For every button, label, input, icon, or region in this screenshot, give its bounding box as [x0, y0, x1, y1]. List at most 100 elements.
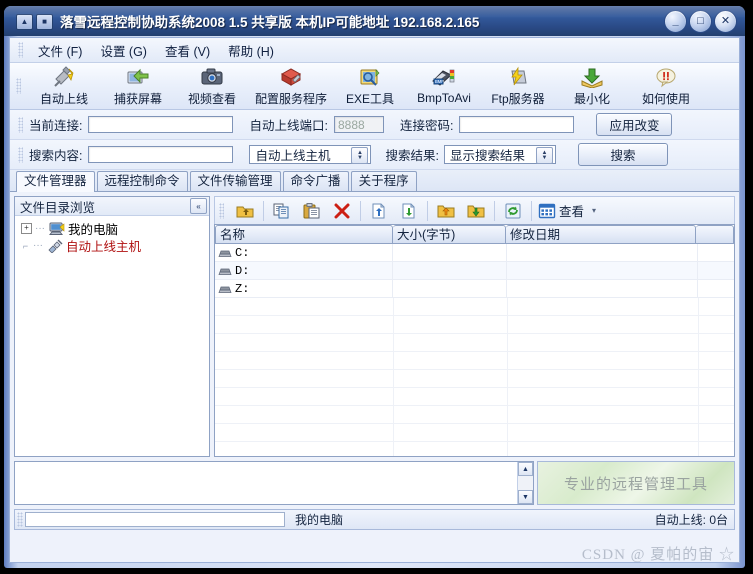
- table-row[interactable]: C:: [215, 244, 734, 262]
- toolbar-button-screen-capture[interactable]: 捕获屏幕: [101, 64, 175, 108]
- search-button[interactable]: 搜索: [577, 143, 668, 166]
- toolbar-button-exe-tool[interactable]: EXE工具: [333, 64, 407, 108]
- search-scope-select[interactable]: 自动上线主机 ▲ ▼: [249, 145, 372, 164]
- tree-line: ···: [35, 223, 45, 234]
- statusbar-grip[interactable]: [17, 512, 23, 527]
- toolbar-button-config-service[interactable]: 配置服务程序: [249, 64, 333, 108]
- refresh-button[interactable]: [498, 199, 528, 223]
- scroll-up-button[interactable]: ▲: [518, 462, 533, 476]
- title-bar: ▲ ■ 落雪远程控制协助系统2008 1.5 共享版 本机IP可能地址 192.…: [4, 6, 745, 36]
- plug-icon: [47, 239, 63, 253]
- view-mode-label: 查看: [559, 205, 585, 219]
- log-panel[interactable]: ▲ ▼: [14, 461, 534, 505]
- server-config-icon: [279, 66, 303, 88]
- file-name-text: C:: [235, 245, 250, 260]
- empty-row: [215, 442, 734, 456]
- file-toolbar-grip[interactable]: [219, 202, 224, 219]
- delete-button[interactable]: [327, 199, 357, 223]
- toolbar-label: 如何使用: [642, 91, 691, 106]
- file-extra-cell: [698, 280, 734, 297]
- formrow2-grip[interactable]: [18, 146, 23, 163]
- chevron-updown-icon[interactable]: ▲ ▼: [351, 147, 369, 164]
- toolbar-button-ftp-server[interactable]: Ftp服务器: [481, 64, 555, 108]
- menu-item-settings[interactable]: 设置 (G): [91, 39, 156, 62]
- tree-node-label: 自动上线主机: [66, 240, 142, 254]
- file-extra-cell: [698, 262, 734, 279]
- tab-file-manager[interactable]: 文件管理器: [16, 171, 95, 192]
- toolbar-button-how-to-use[interactable]: 如何使用: [629, 64, 703, 108]
- search-row: 搜索内容: 自动上线主机 ▲ ▼ 搜索结果: 显示搜索结果 ▲ ▼ 搜索: [10, 140, 739, 170]
- toolbar-button-auto-connect[interactable]: 自动上线: [27, 64, 101, 108]
- delete-icon: [333, 203, 351, 219]
- titlebar-up-button[interactable]: ▲: [16, 14, 33, 30]
- auto-port-input[interactable]: [333, 116, 384, 133]
- chevron-updown-icon[interactable]: ▲ ▼: [535, 147, 553, 164]
- file-name-cell: C:: [215, 244, 393, 261]
- column-header-extra[interactable]: [696, 225, 734, 244]
- scroll-down-button[interactable]: ▼: [518, 490, 533, 504]
- minimize-arrow-icon: [580, 66, 604, 88]
- column-header-date[interactable]: 修改日期: [506, 225, 696, 244]
- toolbar-separator: [427, 200, 428, 221]
- window-title: 落雪远程控制协助系统2008 1.5 共享版 本机IP可能地址 192.168.…: [60, 15, 480, 30]
- tab-remote-commands[interactable]: 远程控制命令: [96, 171, 188, 191]
- download-file-icon: [400, 203, 418, 219]
- log-scrollbar[interactable]: ▲ ▼: [517, 462, 533, 504]
- close-button[interactable]: ✕: [714, 10, 737, 33]
- download-folder-button[interactable]: [461, 199, 491, 223]
- password-input[interactable]: [459, 116, 575, 133]
- tab-command-broadcast[interactable]: 命令广播: [282, 171, 349, 191]
- toolbar-button-video-view[interactable]: 视频查看: [175, 64, 249, 108]
- search-result-label: 搜索结果:: [385, 149, 439, 163]
- toolbar-separator: [494, 200, 495, 221]
- upload-file-button[interactable]: [364, 199, 394, 223]
- chevron-down-icon[interactable]: ▾: [592, 206, 596, 215]
- minimize-button[interactable]: _: [664, 10, 687, 33]
- paste-button[interactable]: [297, 199, 327, 223]
- copy-button[interactable]: [267, 199, 297, 223]
- tree-line: ···: [33, 240, 43, 251]
- tree-panel-header: 文件目录浏览 «: [15, 197, 209, 216]
- tab-file-transfer[interactable]: 文件传输管理: [189, 171, 281, 191]
- search-result-select[interactable]: 显示搜索结果 ▲ ▼: [443, 145, 556, 164]
- tab-about[interactable]: 关于程序: [350, 171, 417, 191]
- formrow1-grip[interactable]: [18, 116, 23, 133]
- up-folder-button[interactable]: [230, 199, 260, 223]
- column-header-size[interactable]: 大小(字节): [393, 225, 506, 244]
- apply-changes-button[interactable]: 应用改变: [596, 113, 673, 136]
- drive-icon: [218, 266, 232, 276]
- screen-capture-icon: [126, 66, 150, 88]
- toolbar-grip[interactable]: [16, 78, 21, 94]
- tree-node-auto-hosts[interactable]: ⌐ ··· 自动上线主机: [21, 237, 209, 254]
- auto-port-label: 自动上线端口:: [249, 119, 328, 133]
- up-folder-icon: [236, 203, 254, 219]
- toolbar-button-bmp-to-avi[interactable]: BMP BmpToAvi: [407, 64, 481, 108]
- toolbar-label: 配置服务程序: [255, 91, 328, 106]
- expand-icon[interactable]: +: [21, 223, 32, 234]
- menu-item-help[interactable]: 帮助 (H): [219, 39, 283, 62]
- status-input[interactable]: [25, 512, 285, 527]
- menu-item-view[interactable]: 查看 (V): [156, 39, 219, 62]
- view-mode-button[interactable]: 查看 ▾: [535, 199, 599, 223]
- toolbar-label: BmpToAvi: [417, 91, 471, 105]
- tree-node-my-computer[interactable]: + ··· 我的电脑: [21, 220, 209, 237]
- maximize-button[interactable]: □: [689, 10, 712, 33]
- toolbar-label: 最小化: [574, 91, 611, 106]
- file-size-cell: [393, 244, 507, 261]
- toolbar-button-minimize[interactable]: 最小化: [555, 64, 629, 108]
- table-row[interactable]: D:: [215, 262, 734, 280]
- toolbar-separator: [263, 200, 264, 221]
- download-file-button[interactable]: [394, 199, 424, 223]
- search-input[interactable]: [88, 146, 234, 163]
- menu-item-file[interactable]: 文件 (F): [29, 39, 91, 62]
- collapse-panel-icon[interactable]: «: [190, 198, 207, 214]
- upload-folder-button[interactable]: [431, 199, 461, 223]
- promo-banner: 专业的远程管理工具: [537, 461, 735, 505]
- column-header-name[interactable]: 名称: [215, 225, 393, 244]
- current-connection-input[interactable]: [88, 116, 234, 133]
- table-row[interactable]: Z:: [215, 280, 734, 298]
- titlebar-stop-button[interactable]: ■: [36, 14, 53, 30]
- client-area: 文件 (F) 设置 (G) 查看 (V) 帮助 (H) 自动上线 捕获屏幕 视频…: [9, 37, 740, 563]
- menubar-grip[interactable]: [18, 42, 23, 58]
- file-list[interactable]: 名称 大小(字节) 修改日期 C: D: Z:: [214, 224, 735, 457]
